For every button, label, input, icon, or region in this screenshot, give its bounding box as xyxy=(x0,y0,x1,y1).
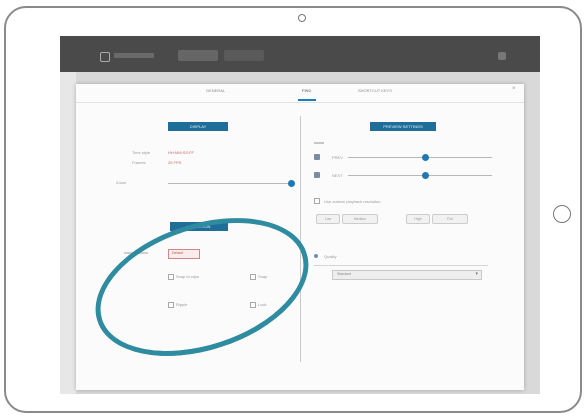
quality-select-value: Standard xyxy=(337,272,352,276)
tab-general[interactable]: GENERAL xyxy=(206,88,225,93)
toolbar-button[interactable] xyxy=(178,50,218,61)
pill-medium[interactable]: Medium xyxy=(342,214,378,224)
zoom-label: Zoom xyxy=(116,180,127,185)
next-slider-thumb[interactable] xyxy=(422,172,429,179)
quality-label: Quality xyxy=(324,254,337,259)
prev-slider-thumb[interactable] xyxy=(422,154,429,161)
custom-resolution-checkbox[interactable] xyxy=(314,198,320,204)
next-slider-track[interactable] xyxy=(348,175,492,176)
toolbar-button[interactable] xyxy=(224,50,264,61)
app-toolbar xyxy=(60,36,540,72)
home-button[interactable] xyxy=(553,205,571,223)
pill-high[interactable]: High xyxy=(406,214,430,224)
quality-select[interactable]: Standard ▾ xyxy=(332,270,482,280)
prev-label: PREV xyxy=(332,155,343,160)
label-placeholder xyxy=(314,142,324,144)
menu-icon[interactable] xyxy=(498,52,506,60)
radio-icon[interactable] xyxy=(314,254,318,258)
prev-slider-track[interactable] xyxy=(348,157,492,158)
tab-shortcut-keys[interactable]: SHORTCUT KEYS xyxy=(358,88,392,93)
chevron-down-icon: ▾ xyxy=(475,271,478,277)
next-icon xyxy=(314,172,320,178)
pill-full[interactable]: Full xyxy=(432,214,468,224)
left-rail xyxy=(60,72,76,394)
preview-settings-header: PREVIEW SETTINGS xyxy=(370,122,436,131)
frames-label: Frames xyxy=(132,160,146,165)
app-title-bar xyxy=(114,53,154,58)
zoom-slider-track[interactable] xyxy=(168,183,294,184)
time-style-label: Time style xyxy=(132,150,151,155)
panel-divider xyxy=(300,116,301,362)
frames-value[interactable]: 25 FPS xyxy=(168,160,181,165)
zoom-slider-thumb[interactable] xyxy=(288,180,295,187)
separator xyxy=(314,265,488,266)
time-style-value[interactable]: HH:MM:SS:FF xyxy=(168,150,194,155)
logo-icon xyxy=(100,52,110,62)
active-tab-indicator xyxy=(298,99,316,101)
tab-find[interactable]: FIND xyxy=(302,88,311,93)
camera-icon xyxy=(298,14,306,22)
custom-resolution-label: Use custom playback resolution xyxy=(324,199,381,204)
pill-low[interactable]: Low xyxy=(316,214,340,224)
close-icon[interactable]: × xyxy=(512,86,516,92)
next-label: NEXT xyxy=(332,173,343,178)
tab-bar: GENERAL FIND SHORTCUT KEYS × xyxy=(76,84,524,103)
display-header: DISPLAY xyxy=(168,122,228,131)
prev-icon xyxy=(314,154,320,160)
